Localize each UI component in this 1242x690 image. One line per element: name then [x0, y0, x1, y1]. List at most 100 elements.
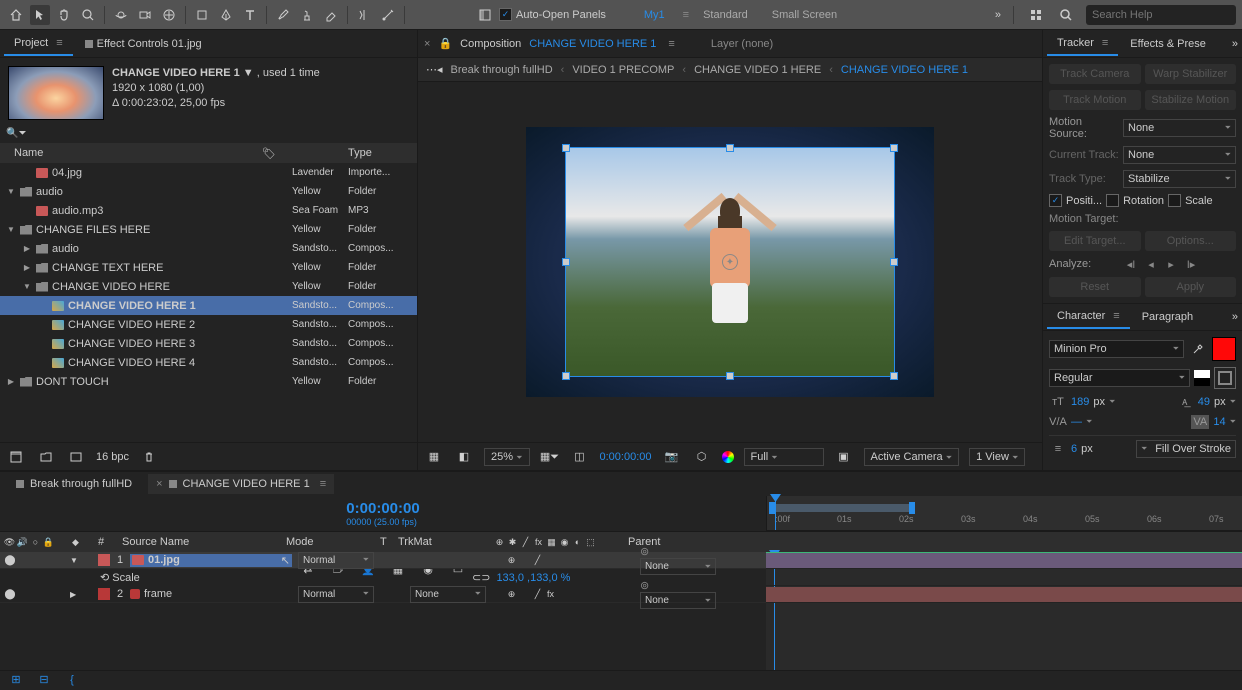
- workspace-my1[interactable]: My1: [634, 5, 675, 25]
- mask-icon[interactable]: ◫: [570, 447, 590, 467]
- tab-tracker[interactable]: Tracker≡: [1047, 32, 1118, 56]
- transform-handle[interactable]: [562, 372, 570, 380]
- show-channel-icon[interactable]: ⬡: [692, 447, 712, 467]
- kerning-value[interactable]: —: [1071, 416, 1082, 428]
- reset-button[interactable]: Reset: [1049, 277, 1141, 297]
- layer-clip[interactable]: [766, 587, 1242, 602]
- project-item[interactable]: audio.mp3Sea FoamMP3: [0, 201, 417, 220]
- overflow-icon[interactable]: »: [995, 9, 1001, 21]
- transform-handle[interactable]: [890, 372, 898, 380]
- auto-open-checkbox[interactable]: ✓: [499, 8, 512, 21]
- tracking-value[interactable]: 14: [1213, 416, 1225, 428]
- new-comp-icon[interactable]: [66, 447, 86, 467]
- stroke-style-dropdown[interactable]: ⏷Fill Over Stroke: [1136, 440, 1236, 458]
- workspace-standard[interactable]: Standard: [693, 5, 758, 25]
- roi-icon[interactable]: ▣: [834, 447, 854, 467]
- panel-overflow-icon[interactable]: »: [1232, 311, 1238, 323]
- blend-mode-dropdown[interactable]: Normal⏷: [298, 552, 374, 569]
- selected-layer-frame[interactable]: [565, 147, 895, 377]
- selection-tool-icon[interactable]: [30, 5, 50, 25]
- project-item[interactable]: CHANGE VIDEO HERE 3Sandsto...Compos...: [0, 334, 417, 353]
- project-item[interactable]: CHANGE VIDEO HERE 2Sandsto...Compos...: [0, 315, 417, 334]
- pan-behind-tool-icon[interactable]: [159, 5, 179, 25]
- fill-color-swatch[interactable]: [1212, 337, 1236, 361]
- workspace-small[interactable]: Small Screen: [762, 5, 847, 25]
- trash-icon[interactable]: [139, 447, 159, 467]
- clone-stamp-tool-icon[interactable]: [297, 5, 317, 25]
- solo-col-icon[interactable]: ○: [30, 537, 41, 548]
- puppet-tool-icon[interactable]: [378, 5, 398, 25]
- color-mgmt-icon[interactable]: [722, 451, 734, 463]
- pen-tool-icon[interactable]: [216, 5, 236, 25]
- motion-source-dropdown[interactable]: None⏷: [1123, 119, 1236, 137]
- frameblend-switch-icon[interactable]: ▦: [546, 537, 557, 548]
- time-ruler[interactable]: :00f01s02s03s04s05s06s07s: [767, 496, 1242, 531]
- 3d-switch-icon[interactable]: ⬚: [585, 537, 596, 548]
- breadcrumb-item[interactable]: Break through fullHD: [451, 64, 553, 76]
- transform-handle[interactable]: [890, 258, 898, 266]
- layer-color-label[interactable]: [98, 588, 110, 600]
- options-button[interactable]: Options...: [1145, 231, 1237, 251]
- breadcrumb-back-icon[interactable]: ⋯◂: [426, 63, 443, 76]
- shy-switch-icon[interactable]: ⊕: [494, 537, 505, 548]
- hand-tool-icon[interactable]: [54, 5, 74, 25]
- panel-grid-icon[interactable]: [1026, 5, 1046, 25]
- viewer-layout-icon[interactable]: ▦: [424, 447, 444, 467]
- visibility-toggle[interactable]: ⬤: [4, 555, 16, 566]
- tab-effects-presets[interactable]: Effects & Prese: [1120, 33, 1216, 55]
- workspace-menu-icon[interactable]: ≡: [683, 9, 689, 21]
- video-col-icon[interactable]: 👁: [4, 537, 15, 548]
- timeline-layer[interactable]: ⬤ ▼ 1 01.jpg↖ Normal⏷ ⊕╱ ⊚ None⏷: [0, 552, 766, 569]
- timeline-tracks[interactable]: [766, 552, 1242, 670]
- search-help-input[interactable]: [1086, 5, 1236, 25]
- fx-switch-icon[interactable]: fx: [533, 537, 544, 548]
- toggle-in-out-icon[interactable]: {: [62, 670, 82, 690]
- transform-handle[interactable]: [562, 258, 570, 266]
- analyze-back-step-icon[interactable]: ◂I: [1123, 257, 1139, 271]
- breadcrumb-item[interactable]: VIDEO 1 PRECOMP: [572, 64, 674, 76]
- text-tool-icon[interactable]: [240, 5, 260, 25]
- snapshot-icon[interactable]: 📷: [662, 447, 682, 467]
- apply-button[interactable]: Apply: [1145, 277, 1237, 297]
- keyframe-col-icon[interactable]: ◆: [70, 537, 81, 548]
- quality-switch-icon[interactable]: ╱: [520, 537, 531, 548]
- stroke-color-swatch[interactable]: [1194, 370, 1210, 386]
- parent-dropdown[interactable]: None⏷: [640, 558, 716, 575]
- viewer-timecode[interactable]: 0:00:00:00: [600, 451, 652, 463]
- analyze-fwd-icon[interactable]: ▸: [1163, 257, 1179, 271]
- property-value[interactable]: 133,0 ,133,0 %: [496, 572, 570, 584]
- eraser-tool-icon[interactable]: [321, 5, 341, 25]
- project-item[interactable]: ▼CHANGE FILES HEREYellowFolder: [0, 220, 417, 239]
- comp-tab-name[interactable]: CHANGE VIDEO HERE 1: [529, 38, 656, 50]
- timeline-layer[interactable]: ⬤ ▶ 2 frame Normal⏷ None⏷ ⊕╱fx ⊚ None⏷: [0, 586, 766, 603]
- breadcrumb-item[interactable]: CHANGE VIDEO 1 HERE: [694, 64, 821, 76]
- adjust-switch-icon[interactable]: ◐: [572, 537, 583, 548]
- toggle-switches-icon[interactable]: ⊞: [6, 670, 26, 690]
- transform-handle[interactable]: [562, 144, 570, 152]
- timeline-tab[interactable]: Break through fullHD: [8, 474, 140, 494]
- lock-col-icon[interactable]: 🔒: [43, 537, 54, 548]
- track-motion-button[interactable]: Track Motion: [1049, 90, 1141, 110]
- rotation-checkbox[interactable]: [1106, 194, 1119, 207]
- panel-icon[interactable]: [475, 5, 495, 25]
- trkmat-dropdown[interactable]: None⏷: [410, 586, 486, 603]
- font-style-dropdown[interactable]: Regular⏷: [1049, 369, 1190, 387]
- toggle-modes-icon[interactable]: ⊟: [34, 670, 54, 690]
- stabilize-motion-button[interactable]: Stabilize Motion: [1145, 90, 1237, 110]
- project-item[interactable]: ▶CHANGE TEXT HEREYellowFolder: [0, 258, 417, 277]
- comp-menu-icon[interactable]: ≡: [668, 38, 674, 50]
- transform-handle[interactable]: [726, 144, 734, 152]
- brush-tool-icon[interactable]: [273, 5, 293, 25]
- zoom-dropdown[interactable]: 25% ⏷: [484, 448, 530, 466]
- project-item[interactable]: ▼CHANGE VIDEO HEREYellowFolder: [0, 277, 417, 296]
- project-item[interactable]: ▶audioSandsto...Compos...: [0, 239, 417, 258]
- project-item[interactable]: 04.jpgLavenderImporte...: [0, 163, 417, 182]
- blend-mode-dropdown[interactable]: Normal⏷: [298, 586, 374, 603]
- alpha-icon[interactable]: ◧: [454, 447, 474, 467]
- anchor-point-icon[interactable]: [722, 254, 738, 270]
- new-folder-icon[interactable]: [36, 447, 56, 467]
- audio-col-icon[interactable]: 🔊: [17, 537, 28, 548]
- font-size-value[interactable]: 189: [1071, 396, 1089, 408]
- track-type-dropdown[interactable]: Stabilize⏷: [1123, 170, 1236, 188]
- close-comp-icon[interactable]: ×: [424, 38, 430, 50]
